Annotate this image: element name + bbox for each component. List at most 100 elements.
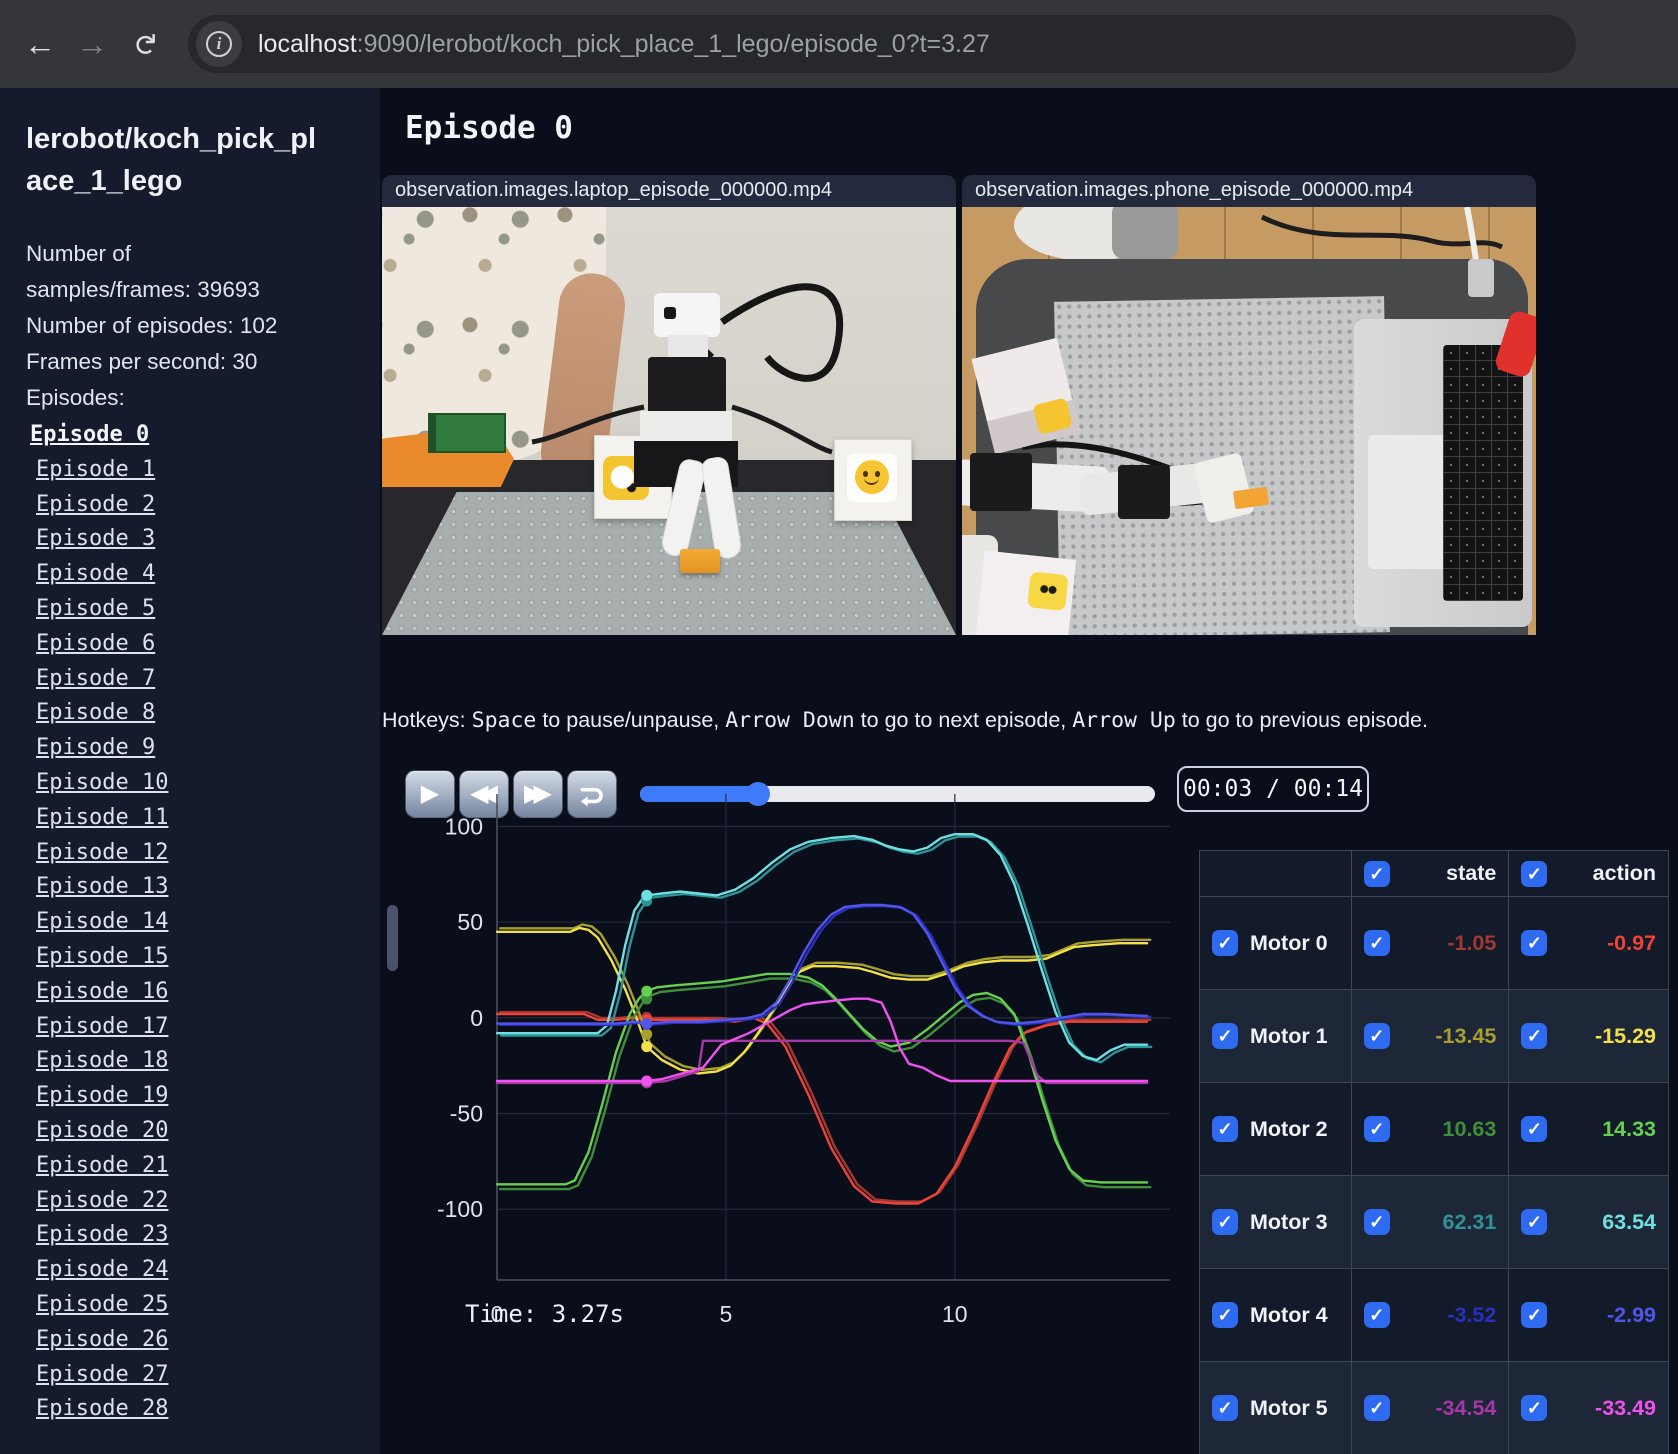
motor-label: Motor 5 — [1250, 1395, 1328, 1420]
series-5-state — [495, 1039, 1149, 1085]
dataset-stat: Frames per second: 30 — [26, 349, 258, 374]
hotkey-arrow-down: Arrow Down — [725, 708, 855, 733]
back-icon[interactable]: ← — [14, 26, 66, 63]
forward-icon[interactable]: → — [66, 26, 118, 63]
motor-1-action-checkbox[interactable]: ✓ — [1521, 1023, 1548, 1049]
episode-link-3[interactable]: Episode 3 — [36, 522, 380, 557]
episode-link-2[interactable]: Episode 2 — [36, 488, 380, 523]
episode-link-25[interactable]: Episode 25 — [36, 1288, 380, 1323]
video-panel-phone: observation.images.phone_episode_000000.… — [962, 175, 1536, 635]
episode-link-11[interactable]: Episode 11 — [36, 801, 380, 836]
motor-4-action-checkbox[interactable]: ✓ — [1521, 1302, 1548, 1328]
table-row-motor-1: ✓ Motor 1 ✓ -13.45 ✓ -15.29 — [1199, 989, 1669, 1083]
state-column-checkbox[interactable]: ✓ — [1363, 860, 1390, 887]
episode-link-15[interactable]: Episode 15 — [36, 940, 380, 975]
motor-4-state-checkbox[interactable]: ✓ — [1363, 1302, 1390, 1328]
episode-link-28[interactable]: Episode 28 — [36, 1392, 380, 1427]
motor-table: ✓ state ✓ action ✓ Motor 0 ✓ -1.05 ✓ -0.97 ✓ Mo… — [1199, 850, 1669, 1454]
table-row-motor-5: ✓ Motor 5 ✓ -34.54 ✓ -33.49 — [1199, 1361, 1669, 1454]
marker-1-action — [641, 1041, 653, 1053]
episode-link-20[interactable]: Episode 20 — [36, 1114, 380, 1149]
motor-3-action-value: 63.54 — [1602, 1209, 1656, 1234]
motor-2-checkbox[interactable]: ✓ — [1212, 1116, 1238, 1142]
page-title: Episode 0 — [405, 110, 573, 146]
episode-link-18[interactable]: Episode 18 — [36, 1044, 380, 1079]
info-icon: i — [206, 31, 232, 57]
motor-3-state-checkbox[interactable]: ✓ — [1363, 1209, 1390, 1235]
table-row-motor-3: ✓ Motor 3 ✓ 62.31 ✓ 63.54 — [1199, 1175, 1669, 1269]
video-title-laptop: observation.images.laptop_episode_000000… — [382, 175, 956, 207]
episode-link-16[interactable]: Episode 16 — [36, 975, 380, 1010]
episode-link-19[interactable]: Episode 19 — [36, 1079, 380, 1114]
motor-1-state-checkbox[interactable]: ✓ — [1363, 1023, 1390, 1049]
episode-link-13[interactable]: Episode 13 — [36, 870, 380, 905]
dataset-stat: Number of samples/frames: 39693 — [26, 241, 260, 302]
episode-link-8[interactable]: Episode 8 — [36, 696, 380, 731]
episode-link-7[interactable]: Episode 7 — [36, 662, 380, 697]
reload-icon[interactable]: ↻ — [127, 18, 162, 70]
video-laptop[interactable] — [382, 207, 956, 635]
url-path: :9090/lerobot/koch_pick_place_1_lego/epi… — [356, 29, 990, 58]
address-bar[interactable]: i localhost:9090/lerobot/koch_pick_place… — [188, 15, 1576, 73]
header-action-cell: ✓ action — [1508, 850, 1669, 897]
episode-link-4[interactable]: Episode 4 — [36, 557, 380, 592]
y-tick-label: -50 — [450, 1101, 483, 1127]
motor-0-state-checkbox[interactable]: ✓ — [1363, 930, 1390, 956]
motor-0-action-checkbox[interactable]: ✓ — [1521, 930, 1548, 956]
motor-label: Motor 4 — [1250, 1302, 1328, 1327]
scene-usb-adapter — [1468, 259, 1494, 297]
motor-chart: 0 5 10100500-50-100 — [437, 794, 1170, 1327]
episode-link-6[interactable]: Episode 6 — [36, 627, 380, 662]
series-0-action — [495, 1012, 1149, 1205]
episode-link-21[interactable]: Episode 21 — [36, 1149, 380, 1184]
action-column-checkbox[interactable]: ✓ — [1521, 860, 1548, 887]
episode-link-17[interactable]: Episode 17 — [36, 1010, 380, 1045]
motor-label: Motor 1 — [1250, 1023, 1328, 1048]
x-tick-label: 10 — [942, 1301, 968, 1327]
video-title-phone: observation.images.phone_episode_000000.… — [962, 175, 1536, 207]
episode-link-1[interactable]: Episode 1 — [36, 453, 380, 488]
y-tick-label: -100 — [437, 1196, 483, 1222]
episode-link-12[interactable]: Episode 12 — [36, 836, 380, 871]
episodes-label: Episodes: — [26, 385, 125, 410]
motor-label: Motor 0 — [1250, 930, 1328, 955]
motor-2-action-checkbox[interactable]: ✓ — [1521, 1116, 1548, 1142]
episode-link-10[interactable]: Episode 10 — [36, 766, 380, 801]
episode-link-23[interactable]: Episode 23 — [36, 1218, 380, 1253]
dataset-stat: Number of episodes: 102 — [26, 313, 278, 338]
url-text[interactable]: localhost:9090/lerobot/koch_pick_place_1… — [258, 30, 990, 59]
episode-link-27[interactable]: Episode 27 — [36, 1358, 380, 1393]
episode-link-0[interactable]: Episode 0 — [30, 418, 380, 453]
motor-0-checkbox[interactable]: ✓ — [1212, 930, 1238, 956]
motor-4-checkbox[interactable]: ✓ — [1212, 1302, 1238, 1328]
motor-2-state-checkbox[interactable]: ✓ — [1363, 1116, 1390, 1142]
hotkey-arrow-up: Arrow Up — [1072, 708, 1176, 733]
episode-link-5[interactable]: Episode 5 — [36, 592, 380, 627]
episode-link-26[interactable]: Episode 26 — [36, 1323, 380, 1358]
browser-toolbar: ← → ↻ i localhost:9090/lerobot/koch_pick… — [0, 0, 1678, 88]
motor-0-action-value: -0.97 — [1606, 930, 1656, 955]
motor-5-state-checkbox[interactable]: ✓ — [1363, 1395, 1390, 1421]
motor-4-action-value: -2.99 — [1606, 1302, 1656, 1327]
header-state-cell: ✓ state — [1350, 850, 1510, 897]
scrollbar-thumb[interactable] — [387, 905, 398, 971]
motor-3-action-checkbox[interactable]: ✓ — [1521, 1209, 1548, 1235]
video-phone[interactable] — [962, 207, 1536, 635]
episode-link-24[interactable]: Episode 24 — [36, 1253, 380, 1288]
motor-5-action-checkbox[interactable]: ✓ — [1521, 1395, 1548, 1421]
y-tick-label: 100 — [445, 814, 483, 840]
time-display: 00:03 / 00:14 — [1177, 766, 1369, 812]
header-empty-cell — [1199, 850, 1352, 897]
motor-1-checkbox[interactable]: ✓ — [1212, 1023, 1238, 1049]
episode-link-22[interactable]: Episode 22 — [36, 1184, 380, 1219]
scene-box-bottomleft — [975, 550, 1077, 635]
motor-2-action-value: 14.33 — [1602, 1116, 1656, 1141]
site-info-button[interactable]: i — [196, 21, 242, 67]
arm-servo-1 — [970, 453, 1032, 511]
motor-3-checkbox[interactable]: ✓ — [1212, 1209, 1238, 1235]
motor-1-action-value: -15.29 — [1595, 1023, 1656, 1048]
episode-link-9[interactable]: Episode 9 — [36, 731, 380, 766]
marker-1-state — [641, 1028, 653, 1040]
episode-link-14[interactable]: Episode 14 — [36, 905, 380, 940]
motor-5-checkbox[interactable]: ✓ — [1212, 1395, 1238, 1421]
